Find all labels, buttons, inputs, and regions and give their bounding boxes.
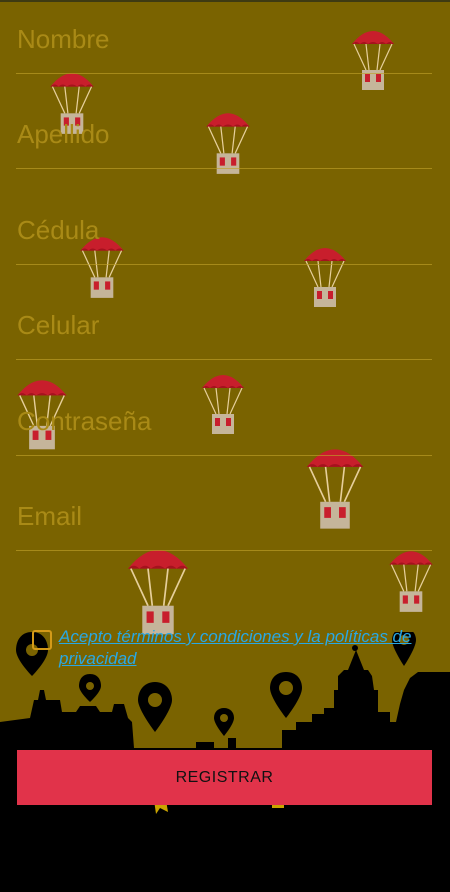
email-field[interactable] [16, 481, 432, 551]
phone-input[interactable] [16, 300, 432, 360]
last-name-field[interactable] [16, 99, 432, 169]
registration-screen: Acepto términos y condiciones y la polít… [0, 0, 450, 892]
id-number-field[interactable] [16, 195, 432, 265]
map-pin-icon [138, 682, 172, 732]
terms-checkbox[interactable] [32, 630, 52, 650]
map-pin-icon [270, 672, 302, 718]
parachute-gift-icon [118, 540, 198, 640]
terms-row: Acepto términos y condiciones y la polít… [32, 626, 422, 670]
terms-link[interactable]: Acepto términos y condiciones y la polít… [59, 626, 422, 670]
map-pin-icon [214, 708, 234, 736]
register-button[interactable]: REGISTRAR [17, 750, 432, 805]
status-divider [0, 0, 450, 2]
first-name-field[interactable] [16, 4, 432, 74]
map-pin-icon [79, 674, 101, 702]
phone-field[interactable] [16, 290, 432, 360]
first-name-input[interactable] [16, 14, 432, 74]
password-input[interactable] [16, 396, 432, 456]
last-name-input[interactable] [16, 109, 432, 169]
id-number-input[interactable] [16, 205, 432, 265]
email-input[interactable] [16, 491, 432, 551]
parachute-gift-icon [384, 544, 438, 616]
password-field[interactable] [16, 386, 432, 456]
